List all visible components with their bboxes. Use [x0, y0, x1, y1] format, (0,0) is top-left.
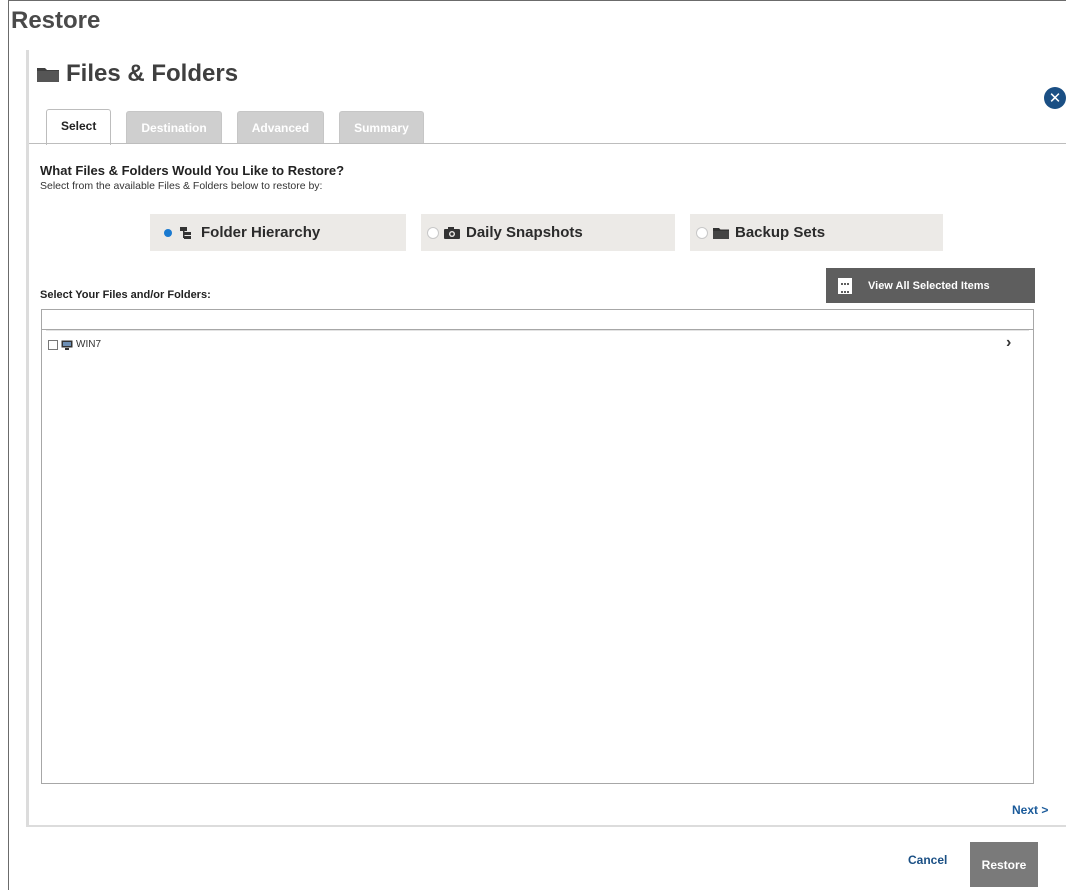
view-all-selected-label: View All Selected Items [868, 279, 990, 292]
panel-title: Files & Folders [66, 60, 239, 87]
view-all-selected-button[interactable]: View All Selected Items [826, 268, 1035, 303]
tab-destination[interactable]: Destination [126, 111, 222, 144]
tree-item-win7[interactable]: WIN7 [48, 339, 101, 350]
camera-icon [443, 226, 461, 240]
wizard-tabs: Select Destination Advanced Summary [46, 109, 439, 145]
tree-filter-input[interactable] [41, 309, 1034, 330]
radio-daily-snapshots[interactable] [427, 226, 439, 239]
hierarchy-icon [178, 226, 196, 240]
tab-divider [29, 143, 1066, 144]
folder-icon [36, 65, 60, 83]
radio-folder-hierarchy[interactable] [164, 228, 172, 237]
folder-icon [712, 226, 730, 240]
option-folder-hierarchy-label: Folder Hierarchy [201, 224, 321, 241]
option-folder-hierarchy[interactable]: Folder Hierarchy [150, 214, 406, 251]
files-select-label: Select Your Files and/or Folders: [40, 289, 211, 301]
list-icon [838, 277, 852, 294]
option-backup-sets[interactable]: Backup Sets [690, 214, 943, 251]
tab-select[interactable]: Select [46, 109, 112, 145]
tree-item-checkbox[interactable] [48, 339, 58, 350]
restore-button[interactable]: Restore [970, 842, 1038, 887]
file-tree: WIN7 [41, 330, 1034, 784]
option-backup-sets-label: Backup Sets [735, 224, 826, 241]
next-link[interactable]: Next > [1012, 803, 1048, 817]
tab-summary[interactable]: Summary [339, 111, 424, 144]
restore-question: What Files & Folders Would You Like to R… [40, 163, 345, 178]
close-icon[interactable]: ✕ [1044, 87, 1066, 109]
page-title: Restore [11, 7, 101, 34]
chevron-right-icon[interactable]: › [1006, 334, 1011, 352]
radio-backup-sets[interactable] [696, 226, 708, 239]
tab-advanced[interactable]: Advanced [236, 111, 325, 144]
panel-header: Files & Folders [36, 60, 238, 88]
option-daily-snapshots[interactable]: Daily Snapshots [421, 214, 675, 251]
cancel-button[interactable]: Cancel [908, 853, 947, 867]
restore-subtitle: Select from the available Files & Folder… [40, 180, 323, 192]
computer-icon [61, 340, 73, 350]
option-daily-snapshots-label: Daily Snapshots [466, 224, 583, 241]
tree-item-label: WIN7 [76, 339, 101, 350]
